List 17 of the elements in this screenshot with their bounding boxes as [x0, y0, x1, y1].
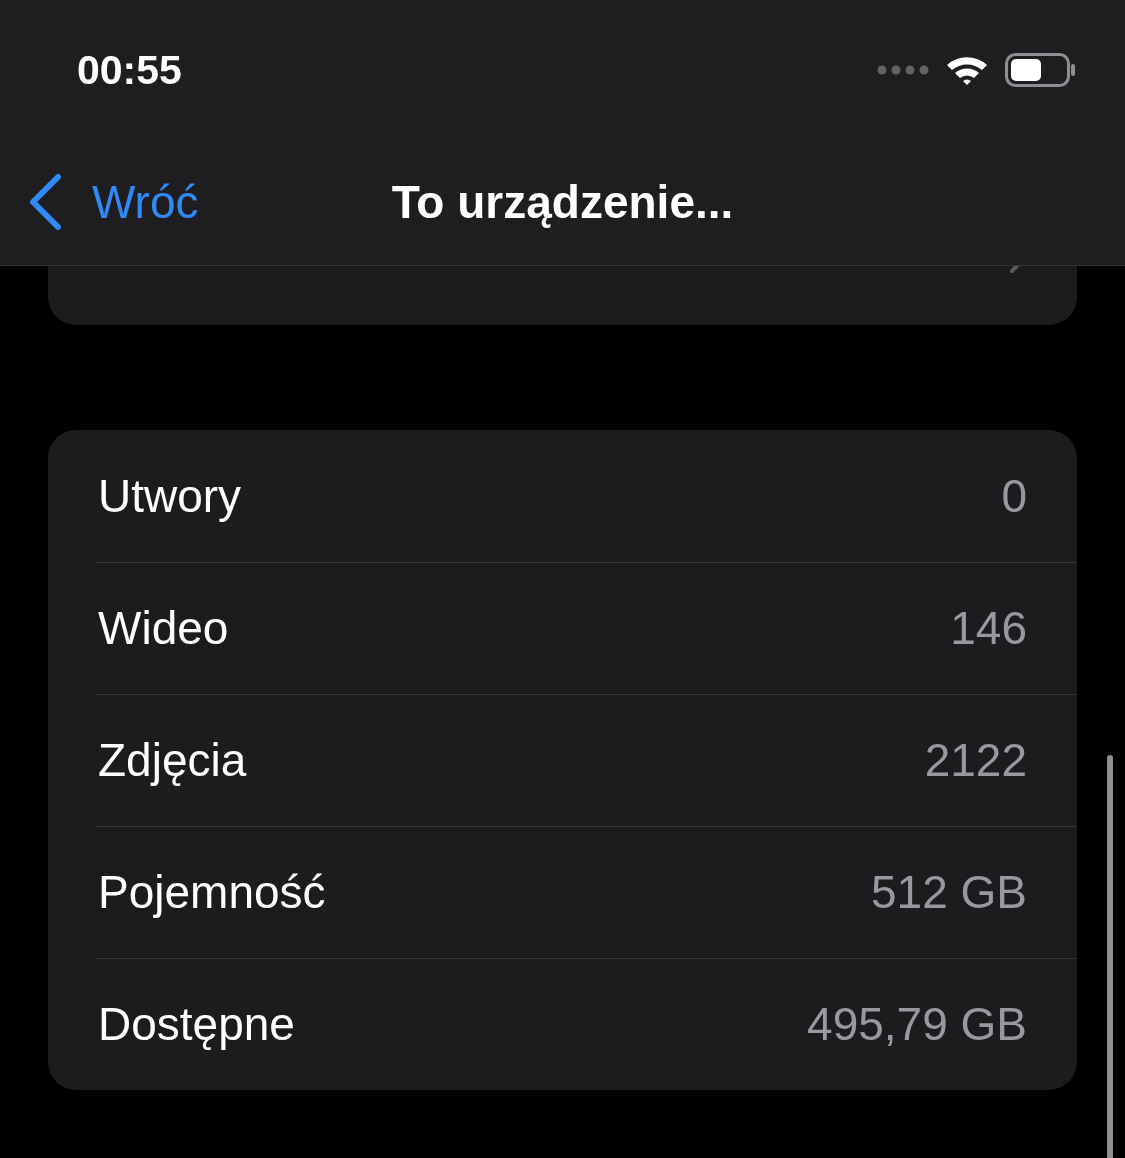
status-time: 00:55 [77, 46, 182, 94]
row-value: 495,79 GB [807, 997, 1027, 1051]
battery-icon [1005, 53, 1077, 87]
signal-icon [877, 65, 929, 75]
row-value: 146 [950, 601, 1027, 655]
row-value: 2122 [924, 733, 1027, 787]
back-chevron-icon [28, 173, 62, 231]
page-title: To urządzenie... [391, 176, 734, 228]
row-value: 512 GB [871, 865, 1027, 919]
row-label: Zdjęcia [98, 733, 247, 787]
row-value: 0 [1001, 469, 1027, 523]
row-label: Utwory [98, 469, 242, 523]
row-label: Pojemność [98, 865, 326, 919]
row-label: Dostępne [98, 997, 295, 1051]
row-label: Wideo [98, 601, 229, 655]
wifi-icon [945, 54, 989, 86]
back-button[interactable]: Wróć [28, 173, 199, 231]
